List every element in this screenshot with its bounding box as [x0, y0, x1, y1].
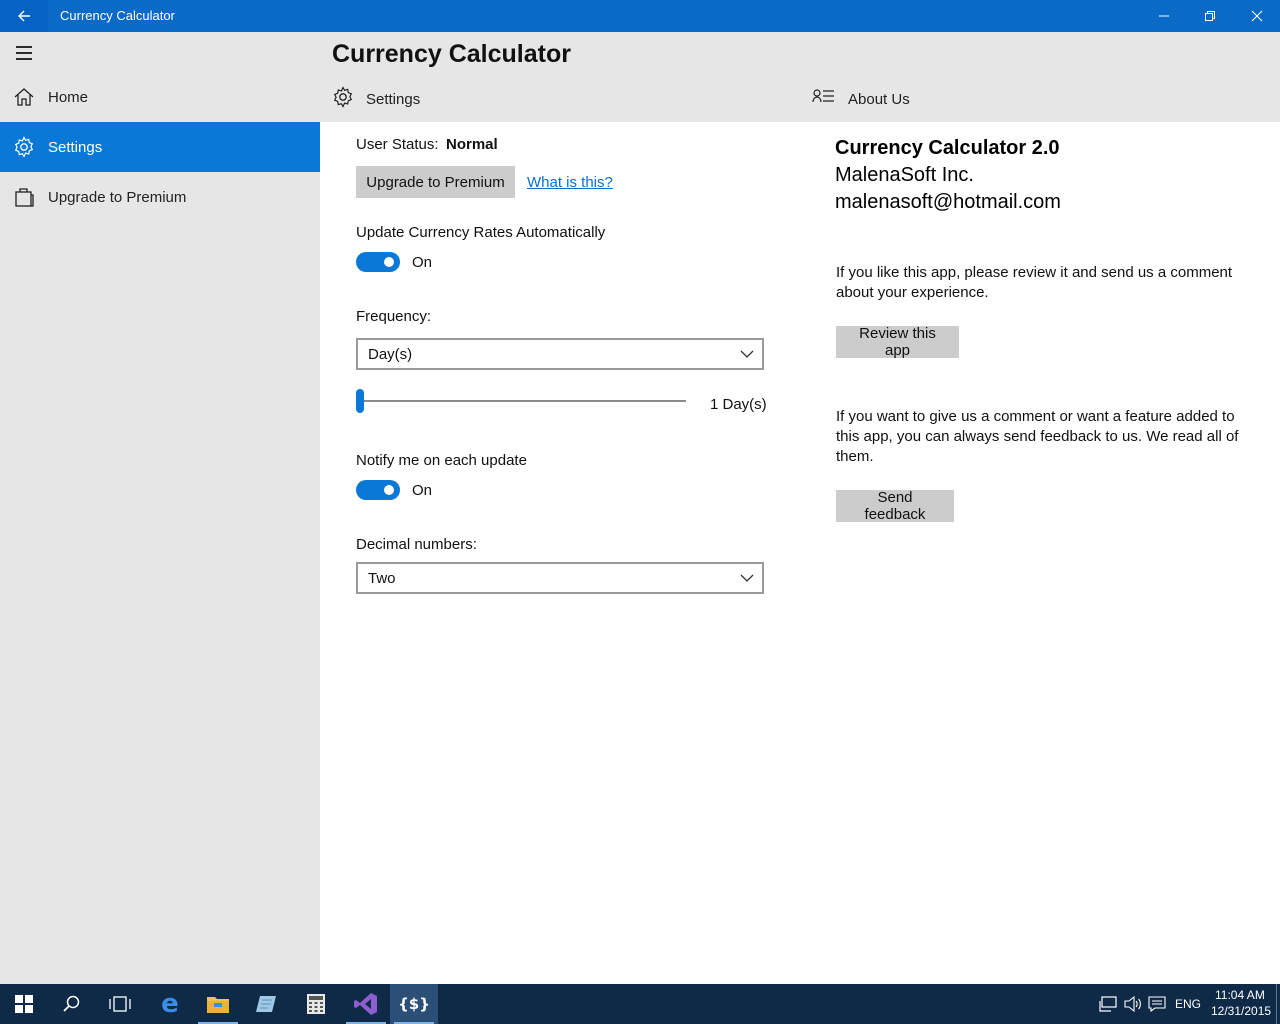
start-button[interactable]: [0, 984, 48, 1024]
decimal-numbers-label: Decimal numbers:: [356, 536, 477, 553]
hamburger-menu-button[interactable]: [0, 32, 48, 74]
notification-icon: [1148, 996, 1166, 1012]
frequency-slider-value: 1 Day(s): [710, 396, 767, 413]
taskbar-visual-studio[interactable]: [342, 984, 390, 1024]
navigation-pane: Home Settings Upgrade to Premium: [0, 32, 320, 984]
shopping-bag-icon: [0, 172, 48, 222]
taskbar-currency-calculator[interactable]: {$}: [390, 984, 438, 1024]
frequency-slider-thumb[interactable]: [356, 389, 364, 413]
chevron-down-icon: [740, 350, 754, 358]
decimal-selected: Two: [368, 569, 396, 587]
decimal-numbers-dropdown[interactable]: Two: [356, 562, 764, 594]
review-text: If you like this app, please review it a…: [836, 264, 1233, 301]
home-icon: [0, 72, 48, 122]
auto-update-state: On: [412, 254, 433, 271]
company-name: MalenaSoft Inc.: [835, 164, 974, 186]
visual-studio-icon: [354, 993, 377, 1015]
restore-icon: [1205, 11, 1215, 21]
taskbar-edge[interactable]: e: [146, 984, 194, 1024]
back-arrow-icon: [18, 10, 30, 22]
sidebar-item-settings[interactable]: Settings: [0, 122, 320, 172]
sidebar-item-home[interactable]: Home: [0, 72, 320, 122]
sidebar-item-label: Upgrade to Premium: [48, 188, 187, 206]
upgrade-to-premium-button[interactable]: Upgrade to Premium: [356, 166, 515, 198]
taskbar: e {$} ENG 11:04 AM 12/31/2015: [0, 984, 1280, 1024]
back-button[interactable]: [0, 0, 48, 32]
tab-settings[interactable]: Settings: [332, 84, 420, 114]
frequency-label: Frequency:: [356, 308, 432, 325]
minimize-button[interactable]: [1141, 0, 1187, 32]
notify-label: Notify me on each update: [356, 452, 527, 469]
hamburger-icon: [16, 46, 32, 60]
content-area: User Status: Normal Upgrade to Premium W…: [320, 122, 1280, 984]
close-icon: [1251, 10, 1263, 22]
gear-icon: [0, 122, 48, 172]
search-button[interactable]: [48, 984, 96, 1024]
task-view-icon: [109, 996, 131, 1012]
window-title: Currency Calculator: [60, 8, 175, 23]
auto-update-label: Update Currency Rates Automatically: [356, 224, 606, 241]
search-icon: [63, 995, 80, 1012]
frequency-slider-track[interactable]: [360, 400, 686, 402]
app-name: Currency Calculator 2.0: [835, 137, 1060, 159]
page-title: Currency Calculator: [332, 40, 571, 68]
edge-browser-icon: e: [161, 989, 179, 1019]
gear-icon: [332, 85, 354, 113]
notepad-icon: [256, 996, 276, 1012]
speaker-icon: [1124, 996, 1141, 1012]
taskbar-app-notes[interactable]: [242, 984, 290, 1024]
feedback-text: If you want to give us a comment or want…: [836, 408, 1239, 465]
frequency-selected: Day(s): [368, 345, 413, 363]
contact-email: malenasoft@hotmail.com: [835, 191, 1061, 213]
minimize-icon: [1159, 15, 1169, 17]
tab-settings-label: Settings: [366, 90, 421, 108]
sidebar-item-label: Settings: [48, 138, 103, 156]
network-icon: [1099, 996, 1117, 1012]
calculator-icon: [307, 994, 325, 1014]
user-status-value: Normal: [446, 136, 498, 153]
contact-card-icon: [812, 88, 836, 111]
network-tray-icon[interactable]: [1096, 984, 1120, 1024]
taskbar-calculator[interactable]: [292, 984, 340, 1024]
notify-state: On: [412, 482, 433, 499]
what-is-this-link[interactable]: What is this?: [527, 174, 613, 191]
notify-toggle[interactable]: [356, 480, 400, 500]
auto-update-toggle[interactable]: [356, 252, 400, 272]
language-indicator[interactable]: ENG: [1175, 997, 1201, 1011]
page-header: Currency Calculator Settings About Us: [320, 32, 1280, 122]
currency-app-icon: {$}: [398, 995, 430, 1013]
restore-button[interactable]: [1187, 0, 1233, 32]
close-button[interactable]: [1234, 0, 1280, 32]
sidebar-item-label: Home: [48, 88, 89, 106]
chevron-down-icon: [740, 574, 754, 582]
clock-time[interactable]: 11:04 AM: [1215, 988, 1265, 1002]
clock-date[interactable]: 12/31/2015: [1211, 1004, 1271, 1018]
folder-icon: [207, 997, 229, 1013]
volume-tray-icon[interactable]: [1121, 984, 1145, 1024]
sidebar-item-upgrade[interactable]: Upgrade to Premium: [0, 172, 320, 222]
windows-logo-icon: [15, 995, 33, 1013]
show-desktop-button[interactable]: [1276, 984, 1277, 1024]
user-status-label: User Status:: [356, 136, 439, 153]
task-view-button[interactable]: [96, 984, 144, 1024]
title-bar: Currency Calculator: [0, 0, 1280, 32]
tab-about-us-label: About Us: [848, 90, 910, 108]
action-center-tray-icon[interactable]: [1145, 984, 1169, 1024]
frequency-dropdown[interactable]: Day(s): [356, 338, 764, 370]
tab-about-us[interactable]: About Us: [812, 84, 910, 114]
review-app-button[interactable]: Review this app: [836, 325, 959, 359]
send-feedback-button[interactable]: Send feedback: [836, 489, 954, 523]
taskbar-file-explorer[interactable]: [194, 984, 242, 1024]
